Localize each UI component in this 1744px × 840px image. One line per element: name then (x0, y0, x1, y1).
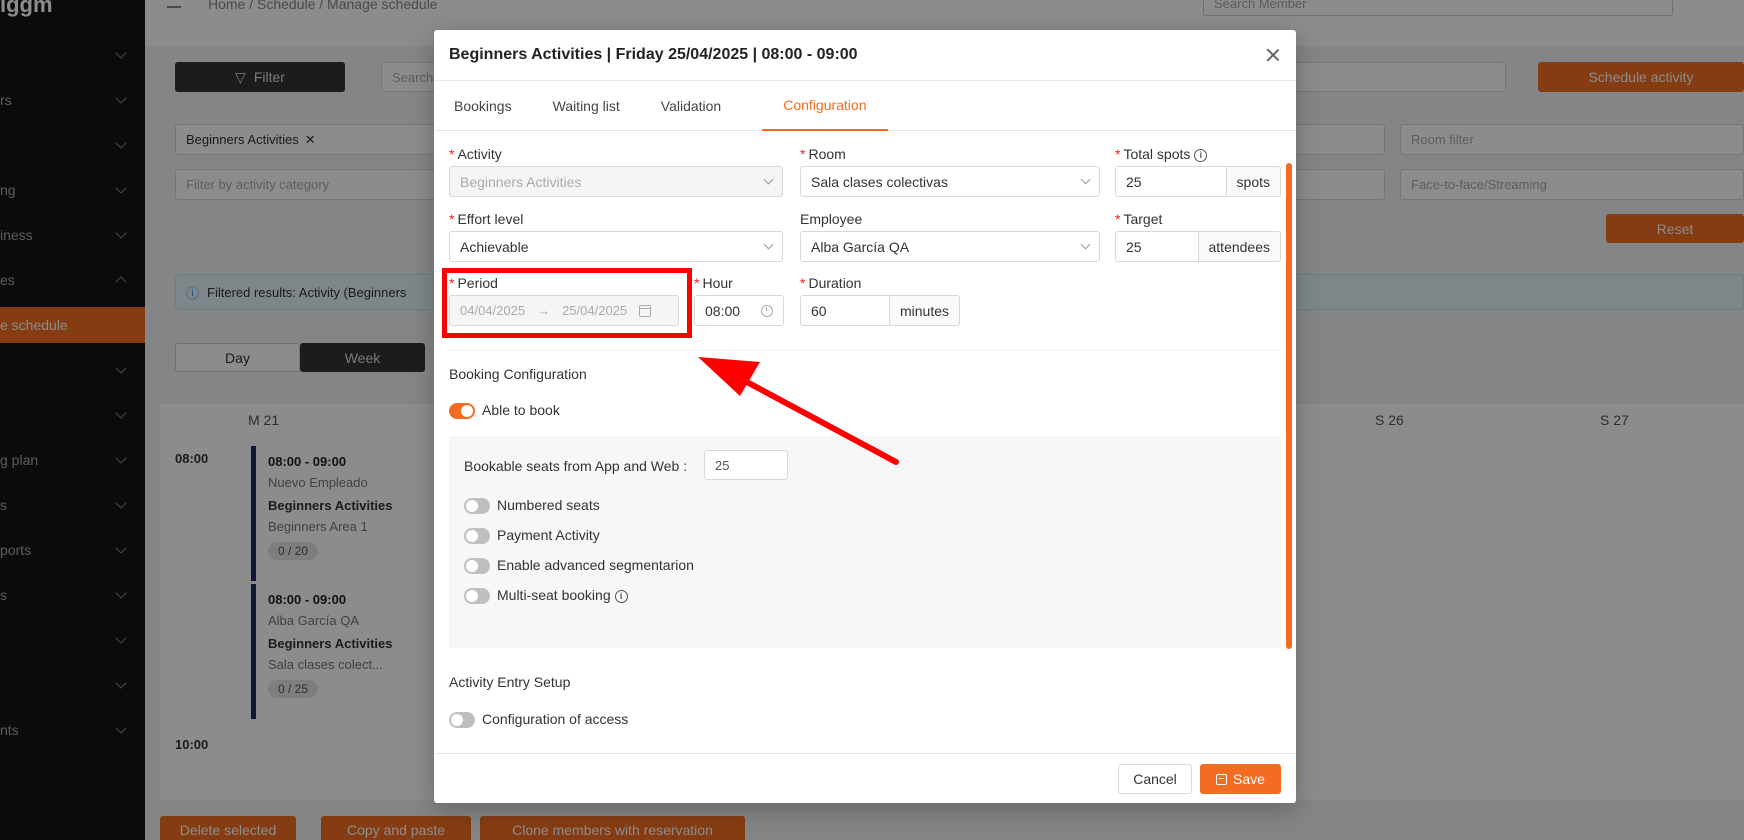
payment-activity-toggle[interactable] (464, 528, 490, 544)
bookable-seats-label: Bookable seats from App and Web : (464, 458, 688, 474)
activity-modal: Beginners Activities | Friday 25/04/2025… (434, 30, 1296, 803)
able-to-book-toggle[interactable] (449, 403, 475, 419)
save-icon (1216, 773, 1228, 785)
modal-header: Beginners Activities | Friday 25/04/2025… (434, 30, 1296, 81)
room-select[interactable]: Sala clases colectivas (800, 166, 1100, 197)
access-config-toggle[interactable] (449, 712, 475, 728)
tab-waiting-list[interactable]: Waiting list (553, 81, 620, 131)
section-divider (449, 350, 1281, 351)
tab-bookings[interactable]: Bookings (454, 81, 512, 131)
chevron-down-icon (1080, 174, 1091, 185)
clock-icon (761, 304, 773, 317)
advanced-segmentation-label: Enable advanced segmentarion (497, 557, 694, 573)
activity-select: Beginners Activities (449, 166, 783, 197)
modal-tabs: Bookings Waiting list Validation Configu… (434, 81, 1296, 131)
access-config-label: Configuration of access (482, 711, 629, 727)
total-spots-input[interactable]: 25 spots (1115, 166, 1281, 197)
target-input[interactable]: 25 attendees (1115, 231, 1281, 262)
hour-picker[interactable]: 08:00 (694, 295, 784, 326)
employee-label: Employee (800, 211, 863, 227)
bookable-seats-input[interactable]: 25 (704, 450, 788, 480)
multi-seat-label: Multi-seat booking i (497, 587, 628, 603)
chevron-down-icon (763, 174, 774, 185)
total-spots-label: * Total spots i (1115, 146, 1208, 162)
close-icon[interactable] (1265, 47, 1281, 63)
tab-configuration[interactable]: Configuration (762, 81, 888, 131)
numbered-seats-toggle[interactable] (464, 498, 490, 514)
scrollbar-thumb[interactable] (1286, 163, 1292, 649)
booking-config-title: Booking Configuration (449, 366, 587, 382)
modal-title: Beginners Activities | Friday 25/04/2025… (449, 46, 858, 63)
save-button[interactable]: Save (1200, 764, 1281, 794)
multi-seat-toggle[interactable] (464, 588, 490, 604)
advanced-segmentation-toggle[interactable] (464, 558, 490, 574)
tab-validation[interactable]: Validation (661, 81, 721, 131)
numbered-seats-label: Numbered seats (497, 497, 600, 513)
annotation-highlight-box (442, 268, 692, 338)
duration-label: * Duration (800, 275, 862, 291)
duration-input[interactable]: 60 minutes (800, 295, 960, 326)
room-label: * Room (800, 146, 846, 162)
modal-body: * Activity Beginners Activities * Room Sal… (434, 131, 1296, 753)
effort-level-label: * Effort level (449, 211, 524, 227)
entry-setup-title: Activity Entry Setup (449, 674, 571, 690)
target-label: * Target (1115, 211, 1163, 227)
able-to-book-label: Able to book (482, 402, 560, 418)
chevron-down-icon (763, 239, 774, 250)
employee-select[interactable]: Alba García QA (800, 231, 1100, 262)
cancel-button[interactable]: Cancel (1118, 764, 1192, 794)
payment-activity-label: Payment Activity (497, 527, 600, 543)
activity-label: * Activity (449, 146, 502, 162)
effort-level-select[interactable]: Achievable (449, 231, 783, 262)
chevron-down-icon (1080, 239, 1091, 250)
hour-label: * Hour (694, 275, 733, 291)
info-icon[interactable]: i (1194, 149, 1208, 162)
info-icon[interactable]: i (614, 590, 628, 603)
modal-footer: Cancel Save (434, 753, 1296, 803)
